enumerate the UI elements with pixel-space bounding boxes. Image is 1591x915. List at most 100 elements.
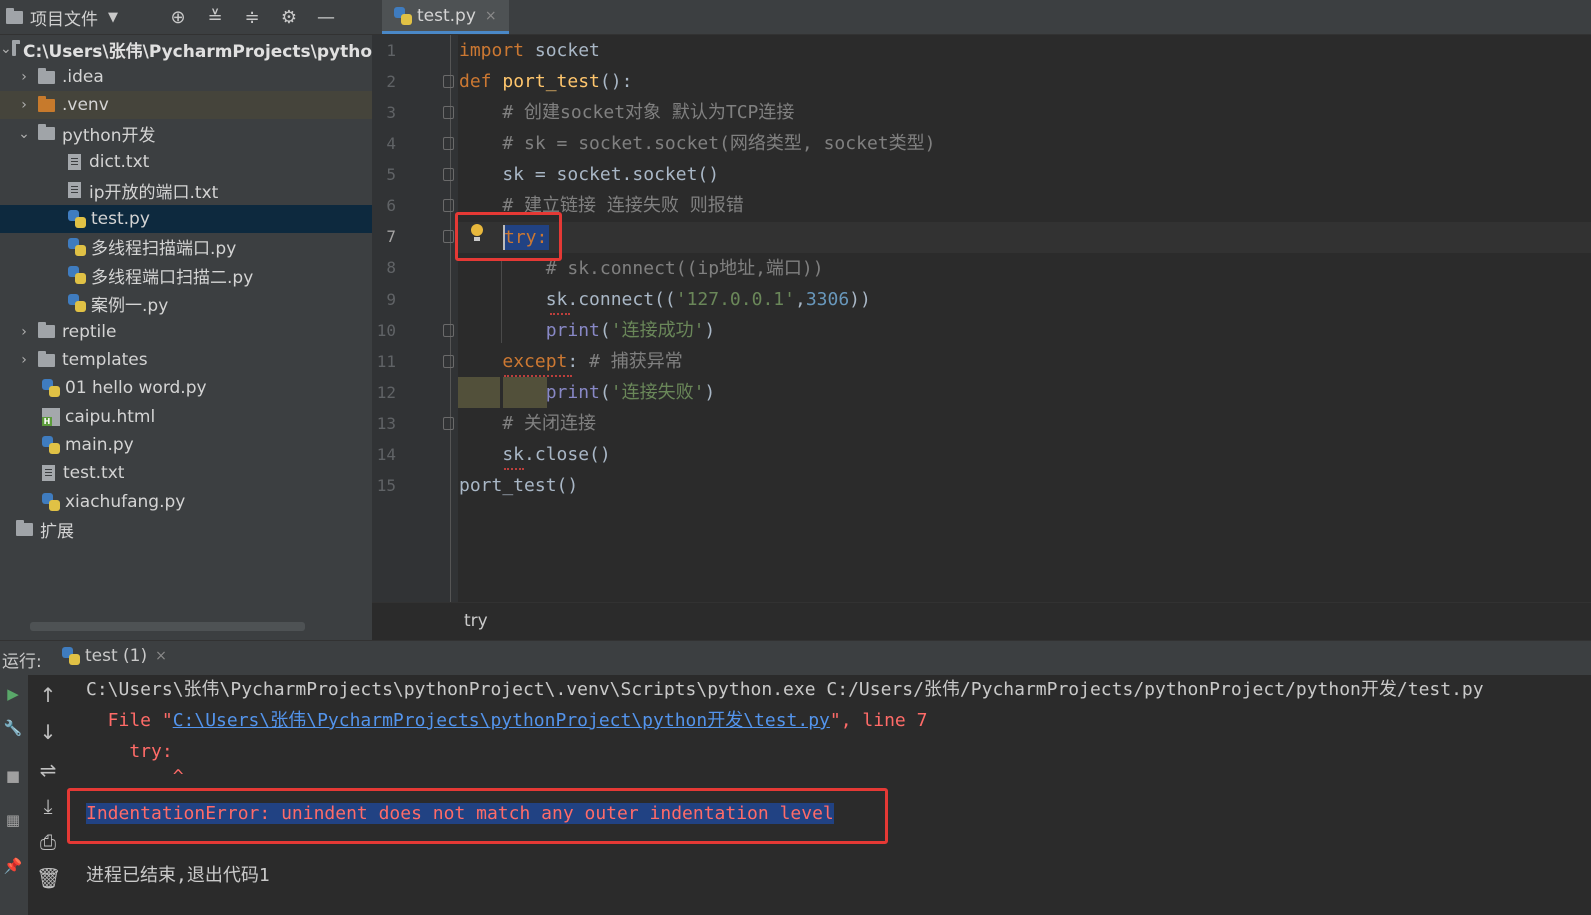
locate-icon[interactable]: ⊕ (166, 7, 190, 28)
code-line-12: print('连接失败') (545, 382, 716, 403)
folder-icon (38, 124, 55, 141)
annotation-box-error (67, 788, 888, 844)
folder-icon (38, 350, 55, 367)
python-file-icon (42, 435, 60, 454)
rerun-icon[interactable]: ▶ (3, 685, 23, 703)
line-number: 4 (386, 134, 396, 154)
tree-item[interactable]: 多线程扫描端口.py (0, 233, 372, 261)
current-line-highlight (458, 222, 1591, 253)
run-side-toolbar: ▶ 🔧 ■ ▦ 📌 (0, 675, 29, 915)
print-icon[interactable]: ⎙ (36, 830, 60, 854)
tree-item-label: templates (62, 350, 148, 370)
line-number: 3 (386, 103, 396, 123)
breadcrumb-bar: try (372, 602, 1591, 641)
tree-item[interactable]: xiachufang.py (0, 488, 372, 516)
tree-item-label: 多线程端口扫描二.py (91, 267, 254, 288)
trash-icon[interactable]: 🗑 (36, 866, 61, 890)
code-line-5: sk = socket.socket() (459, 164, 720, 185)
tree-item[interactable]: dict.txt (0, 148, 372, 176)
fold-marker-icon[interactable] (443, 323, 454, 337)
tree-item[interactable]: 多线程端口扫描二.py (0, 261, 372, 289)
run-tab[interactable]: test (1) × (62, 646, 167, 666)
tree-item[interactable]: › templates (0, 346, 372, 374)
code-line-4: # sk = socket.socket(网络类型, socket类型) (459, 133, 936, 154)
pin-icon[interactable]: 📌 (3, 857, 23, 875)
line-number: 11 (376, 351, 396, 371)
tree-root[interactable]: ⌄ C:\Users\张伟\PycharmProjects\pytho (0, 35, 372, 63)
file-link[interactable]: C:\Users\张伟\PycharmProjects\pythonProjec… (173, 710, 830, 731)
error-squiggle (504, 465, 524, 470)
code-line-9: sk.connect(('127.0.0.1',3306)) (459, 289, 871, 310)
python-file-icon (42, 492, 60, 511)
close-icon[interactable]: × (155, 648, 167, 664)
line-number: 9 (386, 289, 396, 309)
fold-marker-icon[interactable] (443, 168, 454, 182)
tree-item[interactable]: ip开放的端口.txt (0, 176, 372, 204)
fold-marker-icon[interactable] (443, 354, 454, 368)
horizontal-scrollbar[interactable] (30, 622, 305, 631)
layout-icon[interactable]: ▦ (3, 811, 23, 829)
wrench-icon[interactable]: 🔧 (3, 719, 23, 737)
tree-item-label: 扩展 (40, 522, 74, 543)
tree-item[interactable]: caipu.html (0, 403, 372, 431)
console-caret-line: ^ (86, 766, 184, 787)
breadcrumb[interactable]: try (464, 611, 488, 631)
error-squiggle (504, 372, 572, 377)
project-title[interactable]: 项目文件 (30, 5, 98, 30)
close-icon[interactable]: × (485, 8, 497, 24)
scroll-to-end-icon[interactable]: ⤓ (36, 794, 60, 818)
tree-item[interactable]: main.py (0, 431, 372, 459)
fold-marker-icon[interactable] (443, 199, 454, 213)
run-tab-label: test (1) (85, 646, 148, 666)
tree-item-label: .venv (62, 95, 109, 116)
tree-item[interactable]: test.txt (0, 459, 372, 487)
tree-item[interactable]: 案例一.py (0, 289, 372, 317)
fold-marker-icon[interactable] (443, 416, 454, 430)
line-number: 5 (386, 165, 396, 185)
tree-item[interactable]: ⌄ python开发 (0, 120, 372, 148)
tree-item-label: .idea (62, 67, 104, 87)
python-file-icon (68, 294, 86, 313)
tree-item[interactable]: › reptile (0, 318, 372, 346)
chevron-down-icon[interactable]: ⌄ (16, 126, 32, 142)
tree-item-label: test.txt (63, 463, 125, 484)
expand-all-icon[interactable]: ≚ (203, 7, 227, 28)
error-squiggle (550, 310, 570, 315)
fold-marker-icon[interactable] (443, 230, 454, 244)
fold-marker-icon[interactable] (443, 106, 454, 120)
soft-wrap-icon[interactable]: ⇌ (36, 758, 60, 782)
code-line-10: print('连接成功') (545, 320, 716, 341)
line-number: 8 (386, 258, 396, 278)
chevron-down-icon[interactable]: ⌄ (0, 41, 12, 57)
chevron-right-icon[interactable]: › (16, 324, 32, 340)
chevron-right-icon[interactable]: › (16, 97, 32, 113)
text-file-icon (68, 182, 81, 199)
tree-item-label: dict.txt (89, 151, 150, 172)
folder-icon (38, 67, 55, 84)
tree-item-label: caipu.html (65, 406, 156, 427)
collapse-all-icon[interactable]: ≑ (240, 7, 264, 28)
minimize-icon[interactable]: — (314, 7, 338, 28)
tab-test-py[interactable]: test.py × (382, 0, 509, 34)
project-folder-icon (6, 7, 23, 24)
stop-icon[interactable]: ■ (3, 767, 23, 785)
root-path: C:\Users\张伟\PycharmProjects\pytho (22, 41, 372, 62)
chevron-down-icon[interactable]: ▼ (108, 10, 118, 25)
tree-item[interactable]: 扩展 (0, 516, 372, 544)
gear-icon[interactable]: ⚙ (277, 7, 301, 28)
tree-item[interactable]: 01 hello word.py (0, 374, 372, 402)
tree-item[interactable]: › .venv (0, 91, 372, 120)
arrow-down-icon[interactable]: ↓ (36, 720, 60, 744)
python-file-icon (42, 379, 60, 398)
code-line-2: def port_test(): (459, 71, 633, 92)
fold-marker-icon[interactable] (443, 75, 454, 89)
tree-item-label: main.py (65, 434, 134, 455)
tree-item-label: 多线程扫描端口.py (91, 239, 237, 260)
tree-item[interactable]: › .idea (0, 63, 372, 91)
tree-item[interactable]: test.py (0, 204, 372, 233)
fold-marker-icon[interactable] (443, 137, 454, 151)
chevron-right-icon[interactable]: › (16, 352, 32, 368)
arrow-up-icon[interactable]: ↑ (36, 683, 60, 707)
gutter-separator (450, 35, 451, 602)
chevron-right-icon[interactable]: › (16, 69, 32, 85)
